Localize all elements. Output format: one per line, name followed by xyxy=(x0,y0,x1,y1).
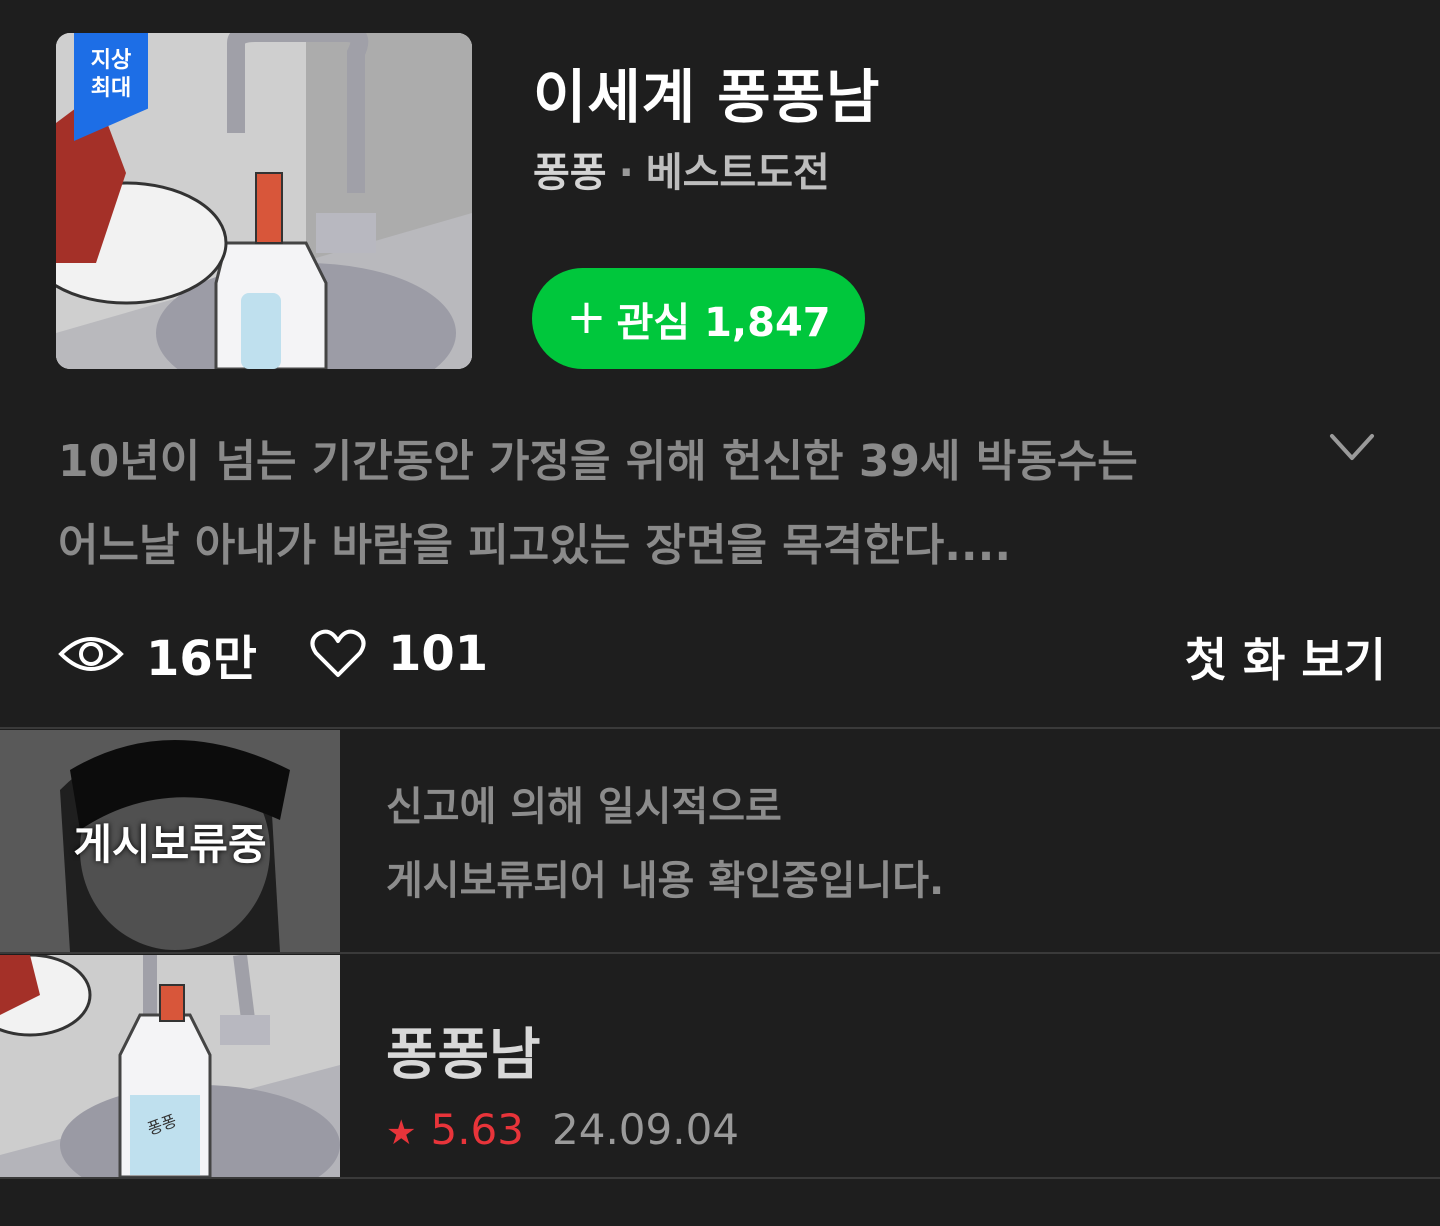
heart-icon[interactable] xyxy=(310,629,366,679)
divider xyxy=(0,952,1440,954)
meta-separator: · xyxy=(618,150,634,196)
first-episode-button[interactable]: 첫 화 보기 xyxy=(1185,624,1386,690)
follow-button[interactable]: + 관심 1,847 xyxy=(532,268,865,369)
author-link[interactable]: 퐁퐁 xyxy=(533,150,607,196)
genre-label: 베스트도전 xyxy=(645,150,830,196)
divider xyxy=(0,1177,1440,1179)
description-line: 10년이 넘는 기간동안 가정을 위해 헌신한 39세 박동수는 xyxy=(58,436,1138,487)
series-meta: 퐁퐁 · 베스트도전 xyxy=(533,140,830,198)
views-count: 16만 xyxy=(146,631,257,687)
badge-line1: 지상 xyxy=(90,48,132,73)
episode-rating: 5.63 xyxy=(430,1105,524,1154)
badge-line2: 최대 xyxy=(90,76,132,101)
chevron-down-icon[interactable] xyxy=(1328,428,1376,468)
series-cover: 지상 최대 xyxy=(56,33,472,369)
episode-thumbnail-held[interactable]: 게시보류중 xyxy=(0,730,340,952)
eye-icon xyxy=(58,637,124,671)
description-line: 어느날 아내가 바람을 피고있는 장면을 목격한다.... xyxy=(58,520,1012,571)
episode-thumbnail-illustration: 퐁퐁 xyxy=(0,955,340,1177)
divider xyxy=(0,727,1440,729)
episode-meta: ★ 5.63 24.09.04 xyxy=(386,1105,739,1154)
views-stat: 16만 xyxy=(58,622,257,687)
series-title: 이세계 퐁퐁남 xyxy=(533,63,881,131)
notice-line: 게시보류되어 내용 확인중입니다. xyxy=(386,858,945,904)
episode-thumbnail[interactable]: 퐁퐁 xyxy=(0,955,340,1177)
episode-title: 퐁퐁남 xyxy=(386,1023,541,1088)
likes-stat: 101 xyxy=(310,622,488,686)
star-icon: ★ xyxy=(386,1113,417,1153)
episode-date: 24.09.04 xyxy=(552,1105,740,1154)
notice-line: 신고에 의해 일시적으로 xyxy=(386,784,782,830)
follow-label: 관심 1,847 xyxy=(616,299,831,346)
likes-count: 101 xyxy=(388,626,489,682)
held-notice: 신고에 의해 일시적으로 게시보류되어 내용 확인중입니다. xyxy=(386,770,944,918)
held-label: 게시보류중 xyxy=(73,819,267,869)
plus-icon: + xyxy=(566,288,607,345)
episode-info[interactable]: 퐁퐁남 ★ 5.63 24.09.04 xyxy=(386,1010,739,1154)
series-description: 10년이 넘는 기간동안 가정을 위해 헌신한 39세 박동수는 어느날 아내가… xyxy=(58,420,1278,588)
